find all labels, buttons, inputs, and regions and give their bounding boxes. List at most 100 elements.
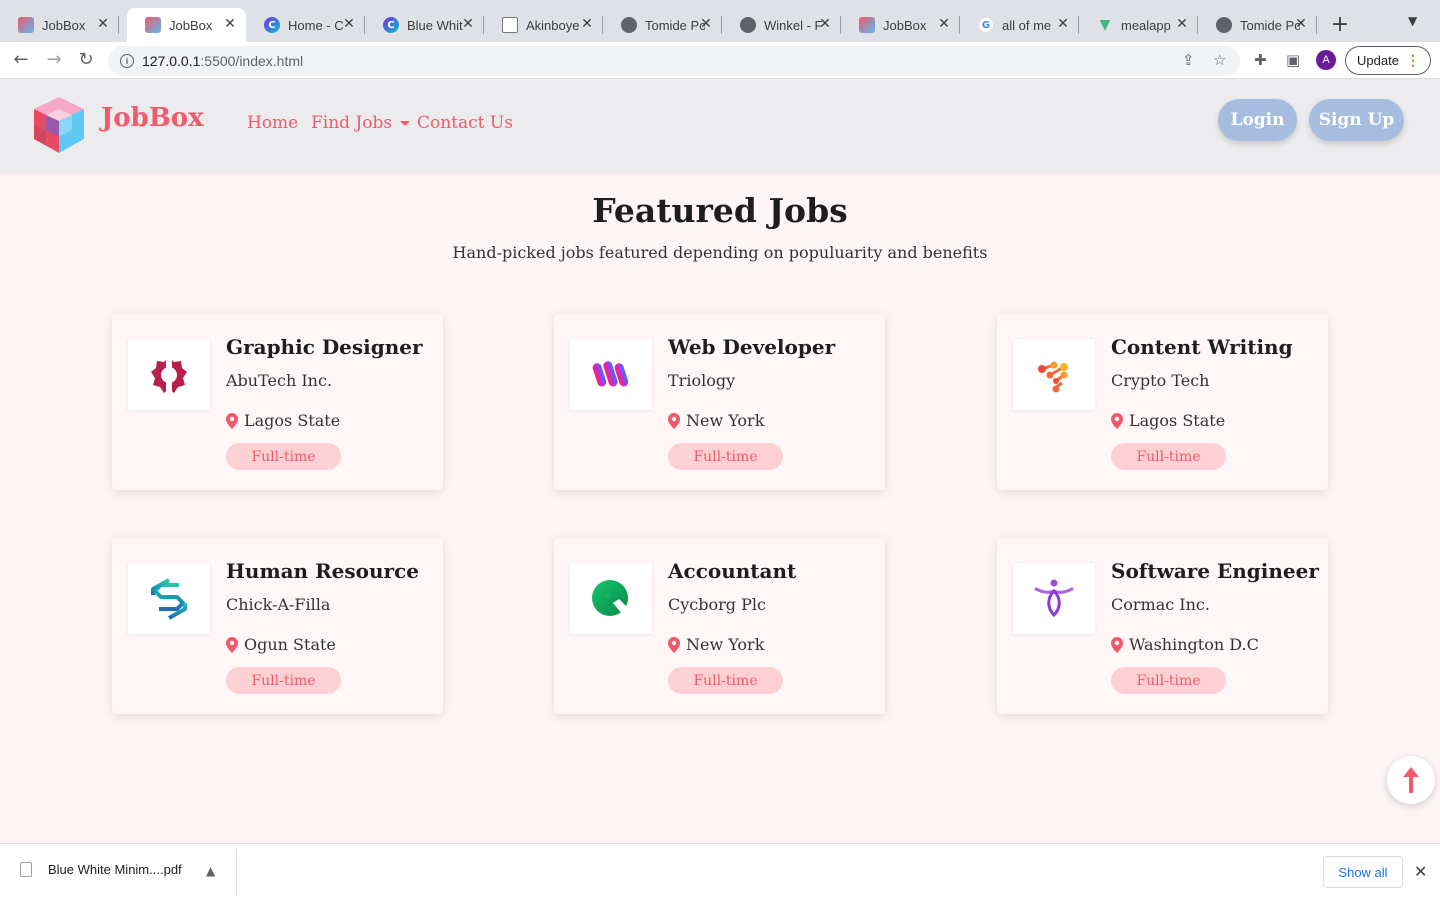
location-pin-icon: [668, 636, 680, 653]
job-card[interactable]: Accountant Cycborg Plc New York Full-tim…: [554, 538, 885, 714]
company-name: Chick-A-Filla: [226, 595, 331, 614]
address-bar[interactable]: i 127.0.0.1:5500/index.html: [108, 46, 1240, 76]
pdf-file-icon: [20, 862, 32, 877]
location-pin-icon: [226, 412, 238, 429]
location-label: Lagos State: [1129, 411, 1226, 430]
close-icon[interactable]: ✕: [1414, 862, 1427, 881]
show-all-button[interactable]: Show all: [1323, 856, 1403, 888]
download-bar: Blue White Minim....pdf ▲ Show all ✕: [0, 843, 1440, 900]
vue-icon: ▼: [1099, 17, 1111, 33]
tab-title: Tomide Po: [1240, 17, 1300, 33]
browser-tab[interactable]: JobBox ✕: [841, 8, 960, 42]
tab-title: mealapp: [1121, 17, 1171, 33]
login-button[interactable]: Login: [1218, 99, 1297, 141]
signup-button[interactable]: Sign Up: [1309, 99, 1404, 141]
job-card[interactable]: Web Developer Triology New York Full-tim…: [554, 314, 885, 490]
new-tab-plus-icon[interactable]: +: [1330, 12, 1350, 37]
profile-avatar[interactable]: A: [1316, 50, 1336, 70]
job-title[interactable]: Software Engineer: [1111, 559, 1319, 583]
close-tab-icon[interactable]: ✕: [1174, 16, 1190, 32]
nav-dropdown-find-jobs[interactable]: Find Jobs: [311, 113, 411, 133]
browser-tab[interactable]: Akinboye ✕: [484, 8, 603, 42]
job-type-badge: Full-time: [1111, 443, 1226, 470]
job-title[interactable]: Graphic Designer: [226, 335, 423, 359]
company-logo: [570, 563, 652, 634]
bookmark-star-icon[interactable]: ☆: [1213, 51, 1226, 69]
jobbox-cube-icon: [18, 17, 34, 33]
tab-title: JobBox: [883, 17, 927, 33]
tab-title: Tomide Po: [645, 17, 705, 33]
company-logo: [1013, 563, 1095, 634]
browser-tab[interactable]: Tomide Po ✕: [603, 8, 722, 42]
reload-icon[interactable]: ↻: [75, 49, 97, 70]
company-name: Triology: [668, 371, 736, 390]
chevron-up-icon[interactable]: ▲: [206, 864, 215, 878]
company-name: Cormac Inc.: [1111, 595, 1210, 614]
google-icon: G: [978, 17, 994, 33]
job-card[interactable]: Human Resource Chick-A-Filla Ogun State …: [112, 538, 443, 714]
tab-title: Blue Whit: [407, 17, 463, 33]
job-card[interactable]: Software Engineer Cormac Inc. Washington…: [997, 538, 1328, 714]
browser-tab[interactable]: Winkel - F ✕: [722, 8, 841, 42]
close-tab-icon[interactable]: ✕: [222, 16, 238, 32]
leaf-logo-icon: [592, 579, 629, 616]
nav-link-home[interactable]: Home: [247, 113, 298, 133]
close-tab-icon[interactable]: ✕: [1293, 16, 1309, 32]
close-tab-icon[interactable]: ✕: [95, 16, 111, 32]
tab-title: all of me: [1002, 17, 1052, 33]
tab-search-chevron-icon[interactable]: ▼: [1408, 14, 1417, 28]
back-arrow-icon[interactable]: ←: [10, 49, 32, 70]
close-tab-icon[interactable]: ✕: [460, 16, 476, 32]
job-type-badge: Full-time: [668, 667, 783, 694]
company-logo: [128, 339, 210, 410]
close-tab-icon[interactable]: ✕: [1055, 16, 1071, 32]
browser-tab[interactable]: Tomide Po ✕: [1198, 8, 1317, 42]
site-info-icon[interactable]: i: [120, 54, 134, 68]
job-location: Lagos State: [1111, 411, 1225, 430]
job-card[interactable]: Graphic Designer AbuTech Inc. Lagos Stat…: [112, 314, 443, 490]
globe-icon: [740, 17, 756, 33]
tab-title: Home - C: [288, 17, 344, 33]
back-to-top-button[interactable]: [1387, 756, 1435, 804]
job-title[interactable]: Web Developer: [668, 335, 835, 359]
job-location: New York: [668, 411, 764, 430]
job-location: Ogun State: [226, 635, 336, 654]
browser-tab[interactable]: G all of me ✕: [960, 8, 1079, 42]
close-tab-icon[interactable]: ✕: [579, 16, 595, 32]
jobbox-cube-icon: [859, 17, 875, 33]
close-tab-icon[interactable]: ✕: [698, 16, 714, 32]
side-panel-icon[interactable]: ▣: [1286, 51, 1300, 69]
tab-divider: [118, 16, 119, 34]
job-card[interactable]: Content Writing Crypto Tech Lagos State …: [997, 314, 1328, 490]
browser-tab[interactable]: C Blue Whit ✕: [365, 8, 484, 42]
download-filename: Blue White Minim....pdf: [48, 862, 182, 877]
job-location: Lagos State: [226, 411, 340, 430]
download-item[interactable]: Blue White Minim....pdf: [20, 862, 182, 877]
document-icon: [502, 17, 518, 33]
canva-icon: C: [383, 17, 399, 33]
job-type-badge: Full-time: [226, 667, 341, 694]
job-title[interactable]: Human Resource: [226, 559, 419, 583]
browser-tab[interactable]: JobBox ✕: [0, 8, 119, 42]
update-button[interactable]: Update ⋮: [1345, 46, 1431, 75]
job-type-badge: Full-time: [668, 443, 783, 470]
close-tab-icon[interactable]: ✕: [817, 16, 833, 32]
close-tab-icon[interactable]: ✕: [341, 16, 357, 32]
figure-logo-icon: [1034, 579, 1074, 617]
browser-tab[interactable]: ▼ mealapp ✕: [1079, 8, 1198, 42]
nav-link-contact[interactable]: Contact Us: [417, 113, 513, 133]
url-path: :5500/index.html: [200, 53, 304, 69]
job-title[interactable]: Accountant: [668, 559, 796, 583]
share-icon[interactable]: ⇪: [1182, 51, 1195, 69]
extensions-puzzle-icon[interactable]: ✚: [1254, 51, 1267, 69]
browser-tab[interactable]: C Home - C ✕: [246, 8, 365, 42]
location-label: Ogun State: [244, 635, 336, 654]
download-divider: [236, 850, 237, 896]
job-title[interactable]: Content Writing: [1111, 335, 1293, 359]
browser-tab-active[interactable]: JobBox ✕: [127, 8, 246, 42]
forward-arrow-icon[interactable]: →: [43, 49, 65, 70]
brand-name[interactable]: JobBox: [101, 103, 204, 133]
close-tab-icon[interactable]: ✕: [936, 16, 952, 32]
jobbox-logo-icon[interactable]: [30, 95, 88, 155]
company-name: AbuTech Inc.: [226, 371, 333, 390]
